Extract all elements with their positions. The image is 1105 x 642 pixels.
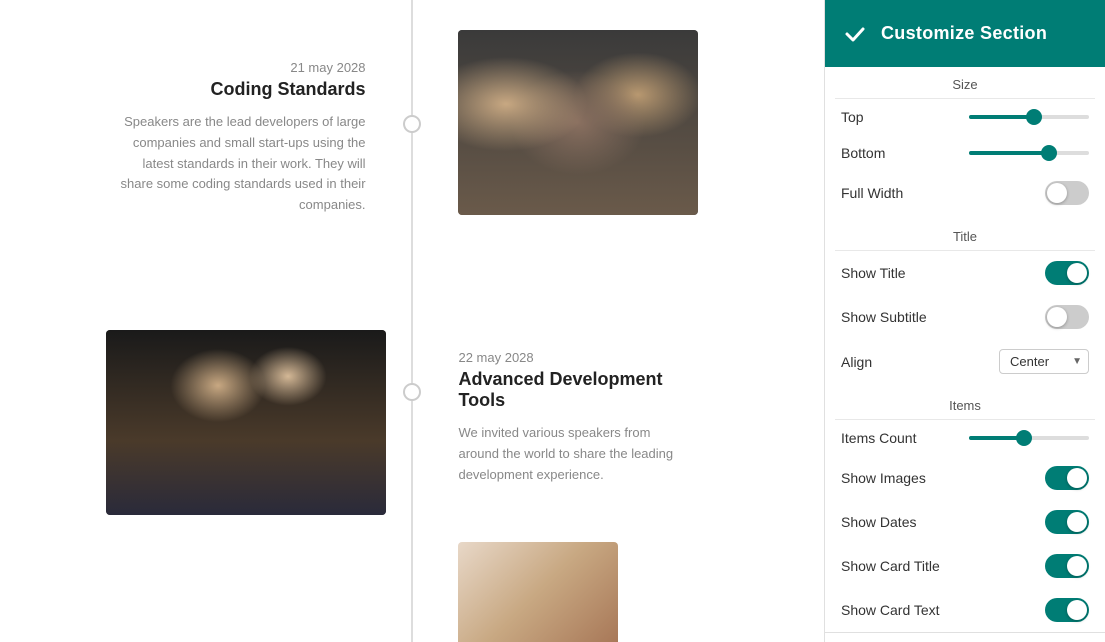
bottom-label: Bottom	[841, 145, 885, 161]
show-card-title-label: Show Card Title	[841, 558, 940, 574]
full-width-row: Full Width	[825, 171, 1105, 215]
items-count-row: Items Count	[825, 420, 1105, 456]
item-2-title: Advanced Development Tools	[458, 369, 688, 411]
items-count-slider[interactable]	[969, 436, 1089, 440]
show-card-text-label: Show Card Text	[841, 602, 940, 618]
show-card-title-row: Show Card Title	[825, 544, 1105, 588]
full-width-toggle[interactable]	[1045, 181, 1089, 205]
full-width-label: Full Width	[841, 185, 903, 201]
item-1-img-placeholder	[458, 30, 698, 215]
item-3-image	[428, 542, 618, 642]
item-2-image	[106, 330, 396, 515]
show-card-title-toggle[interactable]	[1045, 554, 1089, 578]
show-dates-toggle[interactable]	[1045, 510, 1089, 534]
size-section-label: Size	[835, 67, 1095, 99]
top-label: Top	[841, 109, 864, 125]
show-subtitle-row: Show Subtitle	[825, 295, 1105, 339]
show-dates-row: Show Dates	[825, 500, 1105, 544]
top-slider[interactable]	[969, 115, 1089, 119]
item-2-desc: We invited various speakers from around …	[458, 423, 688, 485]
title-section-label: Title	[835, 219, 1095, 251]
sidebar-title: Customize Section	[881, 23, 1047, 44]
timeline-dot-2	[403, 383, 421, 401]
show-dates-label: Show Dates	[841, 514, 916, 530]
show-subtitle-toggle[interactable]	[1045, 305, 1089, 329]
item-1-desc: Speakers are the lead developers of larg…	[116, 112, 366, 216]
item-1-text: 21 may 2028 Coding Standards Speakers ar…	[116, 60, 396, 216]
show-title-label: Show Title	[841, 265, 906, 281]
show-subtitle-label: Show Subtitle	[841, 309, 927, 325]
align-row: Align Center ▼	[825, 339, 1105, 384]
align-label: Align	[841, 354, 872, 370]
item-2-img-placeholder	[106, 330, 386, 515]
item-2-text: 22 may 2028 Advanced Development Tools W…	[428, 350, 688, 485]
show-title-toggle[interactable]	[1045, 261, 1089, 285]
show-images-toggle[interactable]	[1045, 466, 1089, 490]
show-images-label: Show Images	[841, 470, 926, 486]
sidebar-header: Customize Section	[825, 0, 1105, 67]
sidebar-footer: ↑ ↓ REMOVE	[825, 632, 1105, 642]
show-card-text-row: Show Card Text	[825, 588, 1105, 632]
bottom-slider-row: Bottom	[825, 135, 1105, 171]
timeline-line	[411, 0, 413, 642]
item-3-img-placeholder	[458, 542, 618, 642]
item-2-date: 22 may 2028	[458, 350, 688, 365]
show-images-row: Show Images	[825, 456, 1105, 500]
top-slider-row: Top	[825, 99, 1105, 135]
sidebar: Customize Section Size Top Bottom Full W…	[824, 0, 1105, 642]
align-value: Center	[1010, 354, 1049, 369]
item-1-title: Coding Standards	[116, 79, 366, 100]
bottom-slider[interactable]	[969, 151, 1089, 155]
check-icon	[841, 20, 869, 48]
timeline-dot-1	[403, 115, 421, 133]
show-title-row: Show Title	[825, 251, 1105, 295]
chevron-down-icon: ▼	[1072, 356, 1082, 367]
items-section-label: Items	[835, 388, 1095, 420]
show-card-text-toggle[interactable]	[1045, 598, 1089, 622]
item-1-image	[428, 30, 668, 215]
items-count-label: Items Count	[841, 430, 916, 446]
align-select[interactable]: Center ▼	[999, 349, 1089, 374]
item-1-date: 21 may 2028	[116, 60, 366, 75]
main-content: 21 may 2028 Coding Standards Speakers ar…	[0, 0, 824, 642]
